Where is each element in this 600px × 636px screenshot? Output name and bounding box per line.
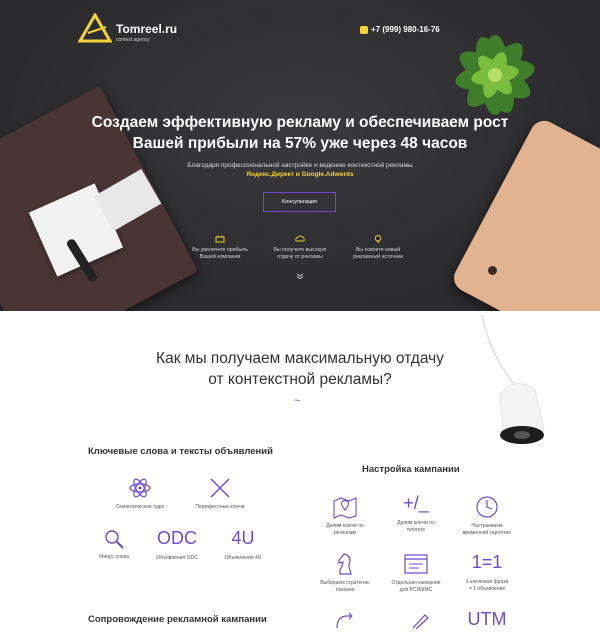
campaign-item-line-2: временной таргетинг (462, 530, 512, 536)
keywords-title: Ключевые слова и тексты объявлений (88, 446, 273, 457)
feature-profit-line-1: Вы увеличите прибыль (192, 247, 248, 253)
campaign-item-line-1: Выбираем стратегию (320, 580, 370, 586)
cross-icon (210, 478, 230, 498)
campaign-item-line-1: 1 ключевая фраза (465, 579, 509, 585)
campaign-item-line-2: регионам (334, 530, 356, 536)
brand-tagline: context agency (116, 37, 150, 43)
hero-title-line-1: Создаем эффективную рекламу и обеспечива… (91, 114, 509, 131)
feature-return: Вы получите высокую отдачу от рекламы (260, 235, 340, 261)
support-title: Сопровождение рекламной кампании (88, 614, 267, 625)
plus-minus-glyph: +/_ (403, 493, 429, 513)
edit-icon (412, 614, 429, 629)
keywords-item-4u: 4U Объявления 4U (210, 527, 276, 562)
lightbulb-icon (374, 235, 382, 243)
campaign-item-line-1: Отдельная кампания (391, 580, 441, 586)
feature-return-line-2: отдачу от рекламы (277, 254, 323, 260)
hero-title-line-2: Вашей прибыли на 57% уже через 48 часов (132, 135, 468, 152)
clock-icon (476, 496, 498, 518)
keywords-item-minus-words: Минус слова (81, 528, 147, 561)
cloud-upload-icon (295, 235, 305, 242)
keywords-item-cross-keys: Перекрестные ключи (187, 476, 253, 511)
consultation-button[interactable]: Консультация (263, 192, 336, 212)
hero-subtitle: Благодаря профессиональной настройке и в… (187, 162, 413, 169)
campaign-item-utm: UTM (454, 608, 520, 636)
campaign-item-line-2: для РСЯ/КМС (399, 587, 433, 593)
4u-glyph: 4U (231, 528, 255, 548)
atom-icon (129, 478, 151, 498)
feature-profit: Вы увеличите прибыль Вашей компании (180, 235, 260, 261)
brand-name[interactable]: Tomreel.ru (116, 22, 177, 36)
hero-title: Создаем эффективную рекламу и обеспечива… (90, 112, 510, 154)
keywords-item-semantic-core: Семантическое ядро (107, 476, 173, 511)
keywords-item-label: Семантическое ядро (115, 504, 165, 510)
campaign-item-line-1: Делим ключи по (397, 520, 435, 526)
phone-icon (360, 26, 368, 34)
feature-source-line-2: рекламный источник (353, 254, 403, 260)
campaign-item-warmth: +/_ Делим ключи по теплоте (383, 492, 449, 534)
section-divider: ~ (294, 395, 301, 407)
campaign-item-line-1: Делим ключи по (326, 523, 364, 529)
feature-return-line-1: Вы получите высокую (273, 247, 327, 253)
campaign-item-line-2: = 1 объявление (468, 586, 506, 592)
campaign-item-one-to-one: 1=1 1 ключевая фраза = 1 объявление (454, 551, 520, 593)
section-title-line-1: Как мы получаем максимальную отдачу (156, 350, 444, 367)
refresh-icon (336, 612, 353, 629)
hero-subtitle-accent: Яндекс.Директ и Google.Adwords (246, 171, 354, 178)
campaign-item-line-2: показов (335, 587, 355, 593)
phone-number[interactable]: +7 (999) 980-16-76 (371, 25, 440, 34)
campaign-item-strategy: Выбираем стратегию показов (312, 552, 378, 594)
section-title-line-2: от контекстной рекламы? (208, 371, 392, 388)
chess-knight-icon (338, 553, 352, 575)
feature-source: Вы освоите новый рекламный источник (338, 235, 418, 261)
keywords-item-label: Объявления 4U (224, 555, 262, 561)
campaign-item-separate: Отдельная кампания для РСЯ/КМС (383, 552, 449, 594)
campaign-item-line-1: Настраиваем (471, 523, 503, 529)
campaign-item-line-2: теплоте (406, 527, 426, 533)
map-pin-icon (333, 497, 357, 519)
keywords-item-label: Минус слова (99, 554, 129, 560)
one-equals-one-glyph: 1=1 (471, 552, 503, 572)
campaign-title: Настройка кампании (362, 464, 460, 475)
logo-triangle-icon[interactable] (78, 13, 112, 43)
decor-lamp (481, 315, 545, 444)
utm-glyph: UTM (467, 609, 507, 629)
magnifier-icon (105, 530, 124, 549)
section-title: Как мы получаем максимальную отдачу от к… (120, 348, 480, 390)
scroll-down-chevron-icon[interactable] (296, 273, 304, 279)
campaign-item-time-targeting: Настраиваем временной таргетинг (454, 495, 520, 537)
odc-glyph: ODC (157, 528, 197, 548)
feature-profit-line-2: Вашей компании (199, 254, 241, 260)
browser-window-icon (404, 554, 428, 574)
decor-tablet-camera (488, 266, 497, 275)
hero-section: Tomreel.ru context agency +7 (999) 980-1… (0, 0, 600, 311)
feature-source-line-1: Вы освоите новый (355, 247, 401, 253)
keywords-item-label: Объявления ODC (156, 555, 198, 561)
keywords-item-odc: ODC Объявления ODC (144, 527, 210, 562)
profit-icon (215, 235, 225, 243)
campaign-item-regions: Делим ключи по регионам (312, 495, 378, 537)
keywords-item-label: Перекрестные ключи (195, 504, 245, 510)
